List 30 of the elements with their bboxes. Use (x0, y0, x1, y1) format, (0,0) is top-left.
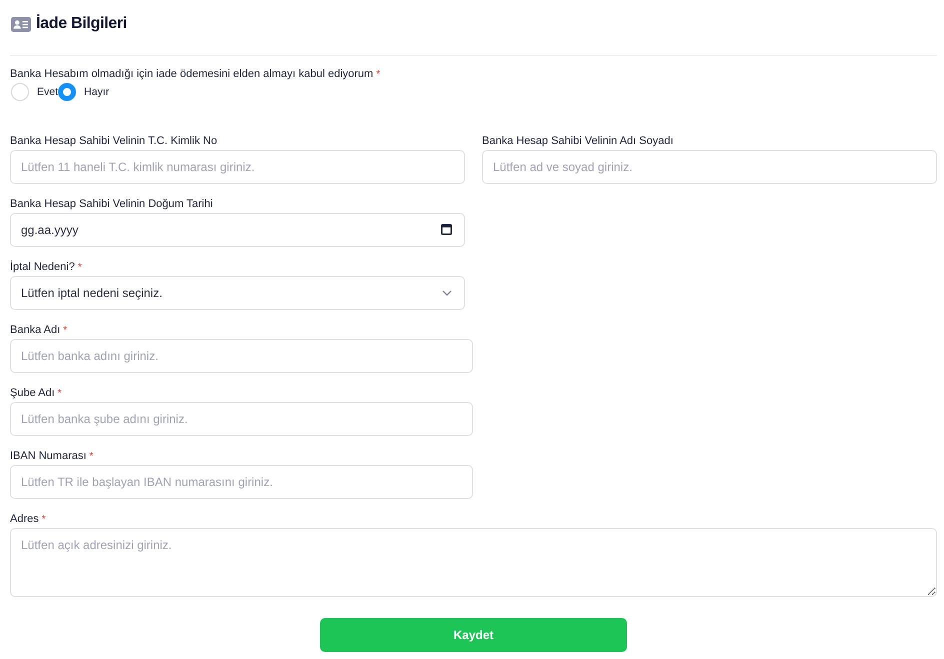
consent-question: Banka Hesabım olmadığı için iade ödemesini elden almayı kabul ediyorum (10, 68, 374, 80)
field-label: IBAN Numarası (10, 450, 86, 462)
required-mark: * (63, 324, 68, 336)
radio-label[interactable]: Hayır (84, 86, 110, 98)
id-card-icon (11, 16, 31, 32)
text-input[interactable]: Lütfen ad ve soyad giriniz. (482, 150, 937, 184)
required-mark: * (89, 450, 94, 462)
required-mark: * (42, 514, 46, 524)
field-label: Banka Adı (10, 324, 60, 336)
radio-button[interactable] (58, 83, 76, 101)
text-input[interactable]: Lütfen 11 haneli T.C. kimlik numarası giriniz. (10, 150, 465, 184)
text-input[interactable]: Lütfen banka şube adını giriniz. (10, 402, 473, 436)
chevron-down-icon (442, 290, 452, 296)
textarea-field[interactable]: Lütfen açık adresinizi giriniz. (10, 528, 937, 597)
field-label: Adres (10, 513, 39, 525)
field-label: Şube Adı (10, 387, 55, 399)
field-label: İptal Nedeni? (10, 261, 75, 273)
field-label: Banka Hesap Sahibi Velinin T.C. Kimlik No (10, 135, 218, 147)
required-mark: * (78, 262, 82, 272)
dropdown-field[interactable]: Lütfen iptal nedeni seçiniz. (10, 276, 465, 310)
field-label: Banka Hesap Sahibi Velinin Doğum Tarihi (10, 198, 213, 210)
calendar-icon[interactable] (441, 224, 452, 235)
text-input[interactable]: Lütfen TR ile başlayan IBAN numarasını giriniz. (10, 465, 473, 499)
radio-label[interactable]: Evet (37, 86, 58, 98)
field-label: Banka Hesap Sahibi Velinin Adı Soyadı (482, 135, 674, 147)
section-title: İade Bilgileri (36, 15, 127, 33)
required-mark: * (376, 68, 380, 80)
date-input[interactable]: gg.aa.yyyy (10, 213, 465, 247)
text-input[interactable]: Lütfen banka adını giriniz. (10, 339, 473, 373)
required-mark: * (58, 388, 62, 398)
